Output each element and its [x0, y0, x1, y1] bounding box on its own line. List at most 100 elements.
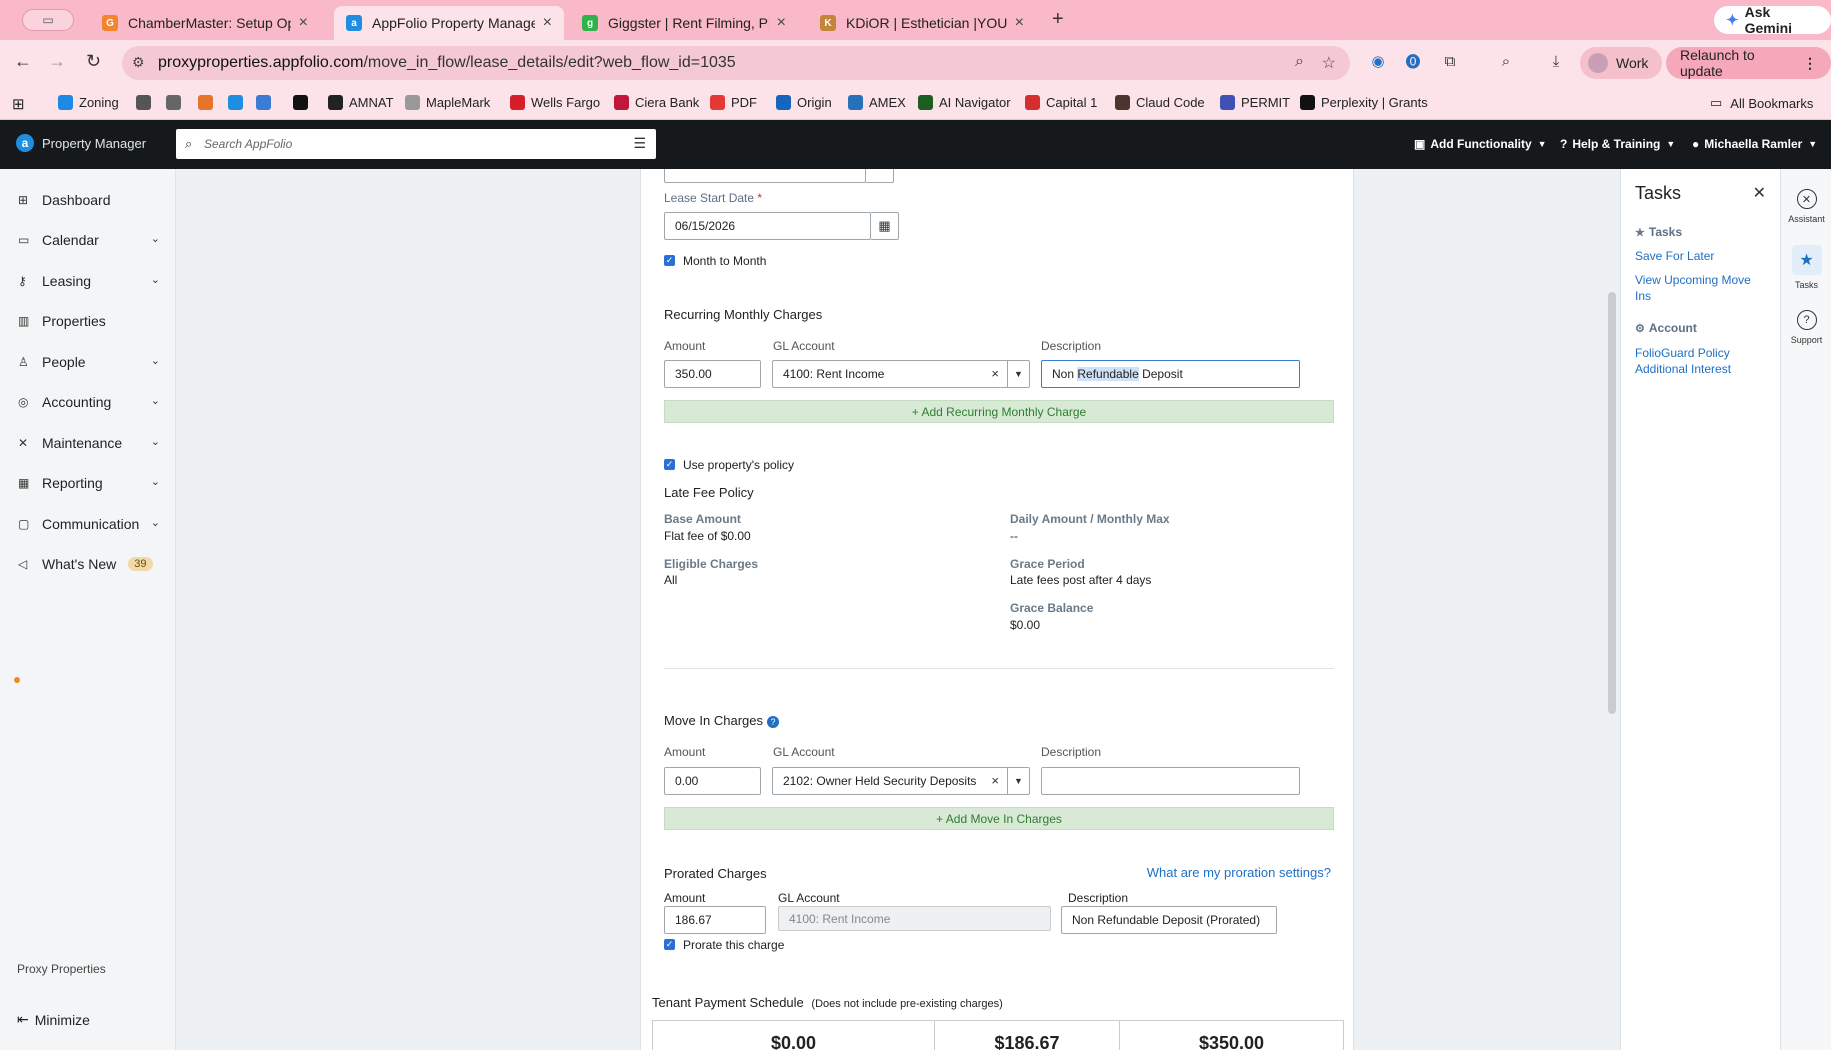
reload-icon[interactable]: ↻	[86, 51, 101, 72]
url-text[interactable]: proxyproperties.appfolio.com/move_in_flo…	[158, 54, 736, 72]
clear-icon[interactable]: ×	[991, 773, 999, 788]
bookmark-item[interactable]: MapleMark	[405, 95, 490, 110]
user-menu[interactable]: ● Michaella Ramler ▼	[1692, 137, 1817, 151]
bookmark-item[interactable]: Claud Code	[1115, 95, 1205, 110]
nav-item-dashboard[interactable]: ⊞ Dashboard	[18, 189, 160, 211]
chevron-down-icon[interactable]: ⌄	[151, 232, 160, 245]
chevron-down-icon[interactable]: ⌄	[151, 273, 160, 286]
search-filter-icon[interactable]: ☰	[633, 135, 646, 152]
view-upcoming-move-ins-link[interactable]: View Upcoming Move Ins	[1635, 272, 1765, 304]
ask-gemini-button[interactable]: ✦ Ask Gemini	[1714, 4, 1831, 36]
move-in-amount-input[interactable]: 0.00	[664, 767, 761, 795]
dropdown-caret-icon[interactable]: ▼	[1007, 361, 1029, 387]
lease-start-date-input[interactable]: 06/15/2026	[664, 212, 871, 240]
close-tab-icon[interactable]: ×	[1015, 14, 1024, 32]
password-manager-icon[interactable]: ⓿	[1403, 51, 1423, 71]
new-tab-button[interactable]: +	[1052, 8, 1064, 31]
all-bookmarks-folder[interactable]: ▭ All Bookmarks	[1710, 95, 1813, 111]
folioguard-policy-link[interactable]: FolioGuard Policy Additional Interest	[1635, 345, 1765, 377]
bookmark-item[interactable]	[256, 95, 277, 110]
back-icon[interactable]: ←	[14, 51, 32, 72]
prorate-charge-checkbox[interactable]: ✓	[664, 939, 675, 950]
bookmark-item[interactable]: Origin	[776, 95, 832, 110]
bookmark-item[interactable]	[293, 95, 314, 110]
chevron-down-icon[interactable]: ⌄	[151, 516, 160, 529]
nav-item-properties[interactable]: ▥ Properties	[18, 310, 160, 332]
bookmark-item[interactable]	[228, 95, 249, 110]
appfolio-brand[interactable]: a Property Manager	[16, 134, 146, 152]
month-to-month-checkbox[interactable]: ✓	[664, 255, 675, 266]
forward-icon[interactable]: →	[48, 51, 66, 72]
previous-field-addon[interactable]	[866, 169, 894, 183]
close-tab-icon[interactable]: ×	[777, 14, 786, 32]
browser-tab[interactable]: G ChamberMaster: Setup Optio ×	[90, 6, 320, 40]
prorated-amount-input[interactable]: 186.67	[664, 906, 766, 934]
nav-item-calendar[interactable]: ▭ Calendar ⌄	[18, 229, 160, 251]
bookmark-item[interactable]	[136, 95, 157, 110]
bookmark-item[interactable]: PDF	[710, 95, 757, 110]
extension-icon[interactable]: ◉	[1368, 51, 1388, 71]
calendar-picker-button[interactable]: ▦	[871, 212, 899, 240]
help-icon[interactable]: ?	[767, 715, 779, 728]
bookmark-item[interactable]: Perplexity | Grants	[1300, 95, 1428, 110]
close-tab-icon[interactable]: ×	[299, 14, 308, 32]
bookmark-item[interactable]: Ciera Bank	[614, 95, 699, 110]
close-tab-icon[interactable]: ×	[543, 14, 552, 32]
nav-item-communication[interactable]: ▢ Communication ⌄	[18, 513, 160, 535]
nav-item-what-s-new[interactable]: ◁ What's New 39	[18, 553, 160, 575]
minimize-nav-button[interactable]: ⇤ Minimize	[17, 1011, 90, 1028]
clear-icon[interactable]: ×	[991, 366, 999, 381]
more-vertical-icon[interactable]: ⋮	[1803, 55, 1817, 72]
bookmark-item[interactable]: PERMIT	[1220, 95, 1290, 110]
chevron-down-icon[interactable]: ⌄	[151, 475, 160, 488]
bookmark-item[interactable]: AMNAT	[328, 95, 394, 110]
prorated-description-input[interactable]: Non Refundable Deposit (Prorated)	[1061, 906, 1277, 934]
bookmark-item[interactable]: Capital 1	[1025, 95, 1097, 110]
save-for-later-link[interactable]: Save For Later	[1635, 248, 1765, 264]
assistant-button[interactable]: ✕ Assistant	[1781, 189, 1831, 224]
download-icon[interactable]: ⤓	[1546, 51, 1566, 71]
nav-item-leasing[interactable]: ⚷ Leasing ⌄	[18, 270, 160, 292]
bookmark-item[interactable]: AMEX	[848, 95, 906, 110]
address-bar[interactable]: ⚙ proxyproperties.appfolio.com/move_in_f…	[122, 46, 1350, 80]
nav-item-people[interactable]: ♙ People ⌄	[18, 351, 160, 373]
nav-item-maintenance[interactable]: ✕ Maintenance ⌄	[18, 432, 160, 454]
relaunch-update-button[interactable]: Relaunch to update ⋮	[1666, 47, 1831, 79]
browser-tab[interactable]: K KDiOR | Esthetician |YOU DE ×	[808, 6, 1036, 40]
bookmark-item[interactable]	[166, 95, 187, 110]
dropdown-caret-icon[interactable]: ▼	[1007, 768, 1029, 794]
use-property-policy-checkbox[interactable]: ✓	[664, 459, 675, 470]
proration-settings-link[interactable]: What are my proration settings?	[1147, 865, 1331, 880]
bookmark-item[interactable]: AI Navigator	[918, 95, 1011, 110]
help-training-menu[interactable]: ? Help & Training ▼	[1560, 137, 1675, 151]
move-in-gl-account-select[interactable]: 2102: Owner Held Security Deposits × ▼	[772, 767, 1030, 795]
add-recurring-charge-button[interactable]: + Add Recurring Monthly Charge	[664, 400, 1334, 423]
nav-item-accounting[interactable]: ◎ Accounting ⌄	[18, 391, 160, 413]
chevron-down-icon[interactable]: ⌄	[151, 354, 160, 367]
add-move-in-charge-button[interactable]: + Add Move In Charges	[664, 807, 1334, 830]
recurring-gl-account-select[interactable]: 4100: Rent Income × ▼	[772, 360, 1030, 388]
recurring-description-input[interactable]: Non Refundable Deposit	[1041, 360, 1300, 388]
tab-search-button[interactable]: ▭	[22, 9, 74, 31]
nav-item-reporting[interactable]: ▦ Reporting ⌄	[18, 472, 160, 494]
chevron-down-icon[interactable]: ⌄	[151, 435, 160, 448]
tab-search-icon[interactable]: ⌕	[1496, 51, 1516, 71]
search-input[interactable]	[204, 135, 604, 153]
recurring-amount-input[interactable]: 350.00	[664, 360, 761, 388]
move-in-description-input[interactable]	[1041, 767, 1300, 795]
browser-tab[interactable]: g Giggster | Rent Filming, Photo ×	[570, 6, 798, 40]
profile-work-button[interactable]: Work	[1580, 47, 1663, 79]
bookmark-item[interactable]	[198, 95, 219, 110]
chevron-down-icon[interactable]: ⌄	[151, 394, 160, 407]
bookmark-star-icon[interactable]: ☆	[1322, 53, 1336, 73]
page-scrollbar[interactable]	[1608, 292, 1616, 714]
site-info-icon[interactable]: ⚙	[132, 54, 145, 71]
browser-tab[interactable]: a AppFolio Property Manager ×	[334, 6, 564, 40]
bookmark-item[interactable]: Wells Fargo	[510, 95, 600, 110]
close-icon[interactable]: ✕	[1753, 183, 1766, 203]
bookmark-item[interactable]: Zoning	[58, 95, 119, 110]
support-button[interactable]: ? Support	[1781, 310, 1831, 345]
tasks-button[interactable]: ★ Tasks	[1781, 245, 1831, 290]
add-functionality-menu[interactable]: ▣ Add Functionality ▼	[1414, 137, 1547, 151]
apps-grid-icon[interactable]: ⊞	[12, 95, 25, 113]
